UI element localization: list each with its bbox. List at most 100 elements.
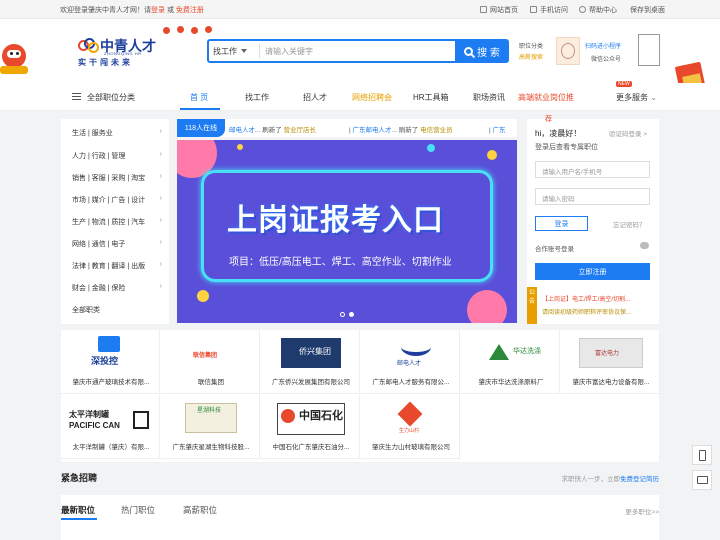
feedback-float-button[interactable]: [692, 470, 712, 490]
carousel-dot-active[interactable]: [349, 312, 354, 317]
ticker-item[interactable]: 邮电人才... 刷新了 营业厅店长: [229, 124, 316, 134]
company-logo: 生力山村: [373, 401, 448, 435]
register-link[interactable]: 免费注册: [176, 7, 204, 14]
company-logo: 中国石化: [273, 401, 348, 435]
new-badge: NEW: [616, 81, 632, 87]
company-grid: 深投控 肇庆市通产玻璃技术有限... 联信集团 联信集团 侨兴集团 广东侨兴发展…: [61, 330, 660, 462]
tab-high-salary-jobs[interactable]: 高薪职位: [183, 504, 217, 516]
username-field[interactable]: 请输入用户名/手机号: [535, 161, 650, 178]
company-logo-text: 深投控: [91, 356, 119, 366]
category-item[interactable]: 人力 | 行政 | 管理 ›: [72, 151, 162, 161]
notice-item[interactable]: 【上岗证】电工/焊工/高空/切割...: [542, 294, 630, 303]
nav-hr-tools[interactable]: HR工具箱: [413, 92, 449, 103]
more-jobs-link[interactable]: 更多职位>>: [625, 506, 659, 516]
company-logo-text: 联信集团: [193, 353, 218, 359]
forgot-password-link[interactable]: 忘记密码？: [613, 219, 646, 229]
company-logo-text: 中国石化: [299, 410, 343, 422]
company-card[interactable]: 太平洋制罐 PACIFIC CAN 太平洋制罐（肇庆）有限...: [61, 395, 160, 459]
nav-home[interactable]: 首 页: [190, 92, 208, 103]
chevron-right-icon: ›: [159, 128, 162, 135]
ticker-separator: |: [349, 127, 351, 134]
category-item[interactable]: 网络 | 通信 | 电子 ›: [72, 239, 162, 249]
lion-dance-decoration: [0, 38, 30, 88]
company-card[interactable]: 生力山村 肇庆生力山村玻璃有限公司: [361, 395, 460, 459]
category-item[interactable]: 法律 | 教育 | 翻译 | 出版 ›: [72, 261, 162, 271]
nav-more-services[interactable]: 更多服务 ⌄: [616, 92, 657, 103]
company-logo-text: 邮电人才: [397, 361, 422, 367]
login-link[interactable]: 登录: [151, 7, 165, 14]
company-card[interactable]: 邮电人才 广东邮电人才服务有限公...: [361, 330, 460, 394]
header: 中青人才 ZHONGQING HR 实干闯未来 找工作 搜 索 职位分类 高薪搜…: [0, 19, 720, 83]
site-logo[interactable]: 中青人才 ZHONGQING HR 实干闯未来: [78, 36, 162, 70]
category-item[interactable]: 生产 | 物流 | 质控 | 汽车 ›: [72, 217, 162, 227]
save-desktop-link[interactable]: 保存到桌面: [630, 5, 665, 15]
category-item[interactable]: 市场 | 媒介 | 广告 | 设计 ›: [72, 195, 162, 205]
nav-more-label: 更多服务: [616, 93, 648, 102]
chevron-right-icon: ›: [159, 195, 162, 202]
category-label: 财会 | 金融 | 保险: [72, 285, 126, 292]
hero-banner[interactable]: 上岗证报考入口 项目：低压/高压电工、焊工、高空作业、切割作业: [177, 140, 517, 323]
mini-program-link[interactable]: 扫码进小程序: [585, 41, 621, 50]
ticker-item[interactable]: | 广东邮电人才... 刷新了 电信营业员: [349, 124, 453, 134]
company-card[interactable]: 华达洗涤 肇庆市华达洗涤原料厂: [461, 330, 560, 394]
company-card[interactable]: 联信集团 联信集团: [161, 330, 260, 394]
category-label: 生活 | 服务业: [72, 130, 113, 137]
category-all[interactable]: 全部职类: [72, 305, 162, 315]
register-resume-link[interactable]: 免费登记简历: [620, 476, 659, 483]
company-name: 太平洋制罐（肇庆）有限...: [72, 444, 150, 451]
carousel-dot[interactable]: [340, 312, 345, 317]
search-type-select[interactable]: 找工作: [213, 46, 247, 57]
nav-find-job[interactable]: 找工作: [245, 92, 269, 103]
all-categories-button[interactable]: 全部职位分类: [72, 92, 135, 103]
company-logo: 华达洗涤: [473, 336, 548, 370]
company-logo-text: 华达洗涤: [513, 348, 541, 355]
company-card[interactable]: 侨兴集团 广东侨兴发展集团有限公司: [261, 330, 360, 394]
high-salary-link[interactable]: 高薪搜索: [519, 52, 543, 61]
category-item[interactable]: 生活 | 服务业 ›: [72, 128, 162, 138]
category-item[interactable]: 销售 | 客服 | 采购 | 淘宝 ›: [72, 173, 162, 183]
search-input[interactable]: [265, 43, 451, 59]
logo-en: ZHONGQING HR: [104, 51, 142, 56]
code-login-link[interactable]: 验证码登录 >: [609, 128, 647, 138]
company-name: 肇庆市富达电力设备有限...: [572, 379, 650, 386]
password-field[interactable]: 请输入密码: [535, 188, 650, 205]
notice-item[interactable]: 请阅读初级药师职称评审协议保...: [542, 307, 631, 316]
mobile-link[interactable]: 手机访问: [530, 5, 568, 15]
ticker-item[interactable]: | 广东: [489, 124, 506, 134]
chevron-right-icon: ›: [159, 261, 162, 268]
nav-high-end-jobs[interactable]: 高端就业岗位推: [518, 92, 574, 103]
notice-tag: 公告: [527, 287, 537, 324]
welcome-prefix: 欢迎登录肇庆中青人才网！请: [60, 7, 151, 14]
category-item[interactable]: 财会 | 金融 | 保险 ›: [72, 283, 162, 293]
nav-news[interactable]: 职场资讯: [473, 92, 505, 103]
mobile-float-button[interactable]: [692, 445, 712, 465]
login-button[interactable]: 登录: [535, 216, 588, 231]
logo-slogan: 实干闯未来: [78, 58, 133, 67]
nav-online-fair[interactable]: 网络招聘会: [352, 92, 392, 103]
tab-active-indicator: [61, 518, 97, 520]
job-category-link[interactable]: 职位分类: [519, 41, 543, 50]
tab-hot-jobs[interactable]: 热门职位: [121, 504, 155, 516]
tab-latest-jobs[interactable]: 最新职位: [61, 504, 95, 516]
category-label: 网络 | 通信 | 电子: [72, 241, 126, 248]
home-link[interactable]: 网站首页: [480, 5, 518, 15]
nav-find-talent[interactable]: 招人才: [303, 92, 327, 103]
register-button[interactable]: 立即注册: [535, 263, 650, 280]
search-icon: [464, 46, 474, 56]
company-card[interactable]: 富达电力 肇庆市富达电力设备有限...: [561, 330, 660, 394]
search-button-label: 搜 索: [477, 47, 500, 59]
job-tabs: 最新职位 热门职位 高薪职位 更多职位>>: [61, 495, 659, 540]
company-name: 肇庆市通产玻璃技术有限...: [72, 379, 150, 386]
phone-icon: [699, 450, 706, 461]
wechat-icon[interactable]: [640, 242, 649, 249]
chevron-right-icon: ›: [159, 151, 162, 158]
help-link[interactable]: 帮助中心: [579, 5, 617, 15]
company-card[interactable]: 中国石化 中国石化广东肇庆石油分...: [261, 395, 360, 459]
partner-login-label: 合作账号登录: [535, 246, 574, 253]
company-card[interactable]: 深投控 肇庆市通产玻璃技术有限...: [61, 330, 160, 394]
category-label: 人力 | 行政 | 管理: [72, 153, 126, 160]
company-card[interactable]: 星湖科技 广东肇庆星湖生物科技股...: [161, 395, 260, 459]
search-button[interactable]: 搜 索: [455, 39, 509, 63]
login-desc: 登录后查看专属职位: [535, 144, 598, 151]
company-logo: 联信集团: [173, 336, 248, 370]
